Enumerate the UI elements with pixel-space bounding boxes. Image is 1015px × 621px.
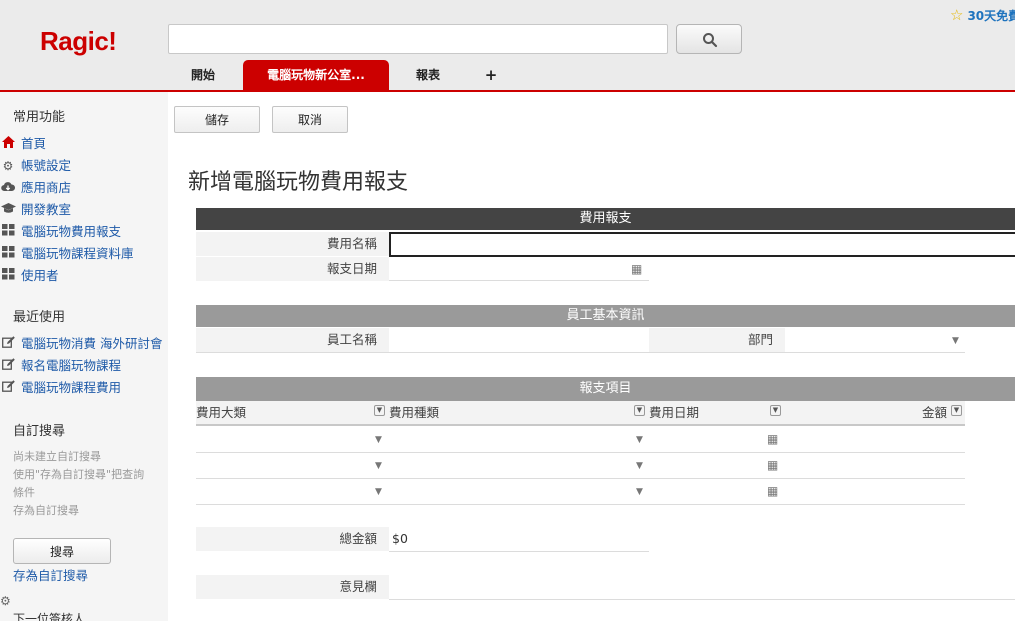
report-date-field[interactable] [389,258,649,280]
employee-name-field[interactable] [389,328,649,352]
comment-field[interactable] [389,575,1015,599]
cancel-button[interactable]: 取消 [272,106,348,133]
save-button[interactable]: 儲存 [174,106,260,133]
sidebar-item-dev-classroom[interactable]: 開發教室 [0,200,71,220]
top-header: Ragic! ☆ 30天免費 開始 電腦玩物新公室... 報表 + [0,0,1015,92]
column-header-type: 費用種類 [389,405,440,420]
recent-item[interactable]: 電腦玩物消費 海外研討會 [0,334,162,354]
section-header-employee: 員工基本資訊 [196,305,1015,327]
date-field[interactable] [649,426,785,452]
grid-icon [0,222,16,242]
divider [389,599,1015,600]
search-button[interactable] [676,24,742,54]
recent-item[interactable]: 報名電腦玩物課程 [0,356,121,376]
category-select[interactable] [196,478,389,504]
common-functions-title: 常用功能 [13,110,66,125]
sidebar-item-account-settings[interactable]: ⚙ 帳號設定 [0,156,71,176]
section-header-items: 報支項目 [196,377,1015,401]
amount-field[interactable] [785,478,965,504]
column-header-date: 費用日期 [649,405,700,420]
category-select[interactable] [196,452,389,478]
chevron-down-icon[interactable]: ▼ [636,461,643,471]
expense-name-label: 費用名稱 [196,232,389,256]
next-signer-label: 下一位簽核人 [13,612,86,621]
items-table-header [196,401,965,426]
edit-icon [0,356,16,376]
sidebar-item-home[interactable]: 首頁 [0,134,46,154]
report-date-label: 報支日期 [196,257,389,281]
department-select[interactable] [785,328,965,352]
tab-reports[interactable]: 報表 [403,60,453,90]
chevron-down-icon[interactable]: ▼ [375,435,382,445]
edit-icon [0,378,16,398]
comment-label: 意見欄 [196,575,389,599]
edit-icon [0,334,16,354]
sidebar-item-app-store[interactable]: 應用商店 [0,178,71,198]
type-select[interactable] [389,452,649,478]
calendar-icon[interactable]: ▦ [767,432,778,446]
date-field[interactable] [649,452,785,478]
grid-icon [0,244,16,264]
divider [389,551,649,552]
custom-search-hint: 尚未建立自訂搜尋 [13,450,101,463]
type-select[interactable] [389,478,649,504]
chevron-down-icon[interactable]: ▼ [375,461,382,471]
section-header-expense: 費用報支 [196,208,1015,230]
column-menu-icon[interactable]: ▼ [374,405,385,416]
ragic-logo[interactable]: Ragic! [40,26,117,57]
department-label: 部門 [649,328,785,352]
page-title: 新增電腦玩物費用報支 [188,170,409,195]
custom-search-hint: 使用"存為自訂搜尋"把查詢 [13,468,145,481]
expense-name-field[interactable] [389,232,1015,257]
chevron-down-icon[interactable]: ▼ [636,435,643,445]
recent-title: 最近使用 [13,310,66,325]
chevron-down-icon[interactable]: ▼ [636,487,643,497]
column-menu-icon[interactable]: ▼ [770,405,781,416]
divider [196,352,965,353]
column-menu-icon[interactable]: ▼ [634,405,645,416]
star-icon: ☆ [950,6,964,24]
graduation-cap-icon [0,200,16,220]
divider [389,280,649,281]
category-select[interactable] [196,426,389,452]
grid-icon [0,266,16,286]
gear-icon: ⚙ [2,159,14,173]
custom-search-hint: 條件 [13,486,35,499]
save-custom-search-link[interactable]: 存為自訂搜尋 [13,566,88,586]
home-icon [0,134,16,154]
calendar-icon[interactable]: ▦ [767,484,778,498]
column-header-amount: 金額 [922,405,948,420]
amount-field[interactable] [785,452,965,478]
trial-link[interactable]: ☆ 30天免費 [950,6,1015,24]
type-select[interactable] [389,426,649,452]
employee-name-label: 員工名稱 [196,328,389,352]
chevron-down-icon[interactable]: ▼ [952,336,959,346]
chevron-down-icon[interactable]: ▼ [375,487,382,497]
amount-field[interactable] [785,426,965,452]
add-tab-button[interactable]: + [478,60,504,90]
custom-search-title: 自訂搜尋 [13,424,66,439]
custom-search-hint: 存為自訂搜尋 [13,504,79,517]
recent-item[interactable]: 電腦玩物課程費用 [0,378,121,398]
global-search-input[interactable] [168,24,668,54]
total-amount-label: 總金額 [196,527,389,551]
column-header-category: 費用大類 [196,405,247,420]
total-amount-value: $0 [392,531,408,546]
tab-start[interactable]: 開始 [178,60,228,90]
date-field[interactable] [649,478,785,504]
sidebar: 常用功能 首頁 ⚙ 帳號設定 應用商店 開發教室 電腦玩物費用報支 電腦玩物課程資… [0,92,168,621]
sidebar-item-course-database[interactable]: 電腦玩物課程資料庫 [0,244,134,264]
sidebar-item-users[interactable]: 使用者 [0,266,59,286]
column-menu-icon[interactable]: ▼ [951,405,962,416]
calendar-icon[interactable]: ▦ [767,458,778,472]
cloud-download-icon [0,178,16,198]
sidebar-item-expense-report[interactable]: 電腦玩物費用報支 [0,222,121,242]
search-icon [703,33,718,48]
calendar-icon[interactable]: ▦ [631,262,642,276]
tab-expense-app[interactable]: 電腦玩物新公室... [243,60,389,90]
trial-text: 30天免費 [967,9,1015,23]
sidebar-search-button[interactable]: 搜尋 [13,538,111,564]
settings-gear-icon[interactable]: ⚙ [0,594,11,608]
